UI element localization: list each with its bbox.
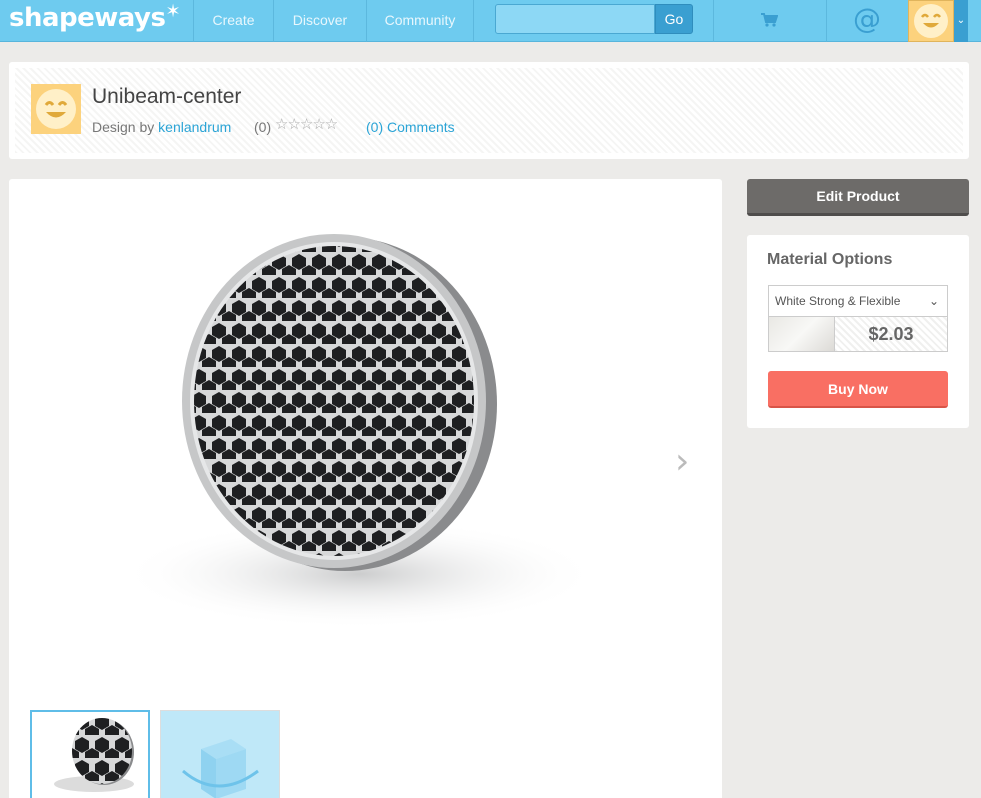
header-pattern <box>15 68 963 153</box>
cube-3d-icon <box>182 739 259 798</box>
shapeways-logo[interactable]: shapeways✶ <box>9 1 181 33</box>
material-options-title: Material Options <box>767 251 893 268</box>
rating-count: (0) <box>254 119 272 135</box>
edit-product-button[interactable]: Edit Product <box>747 179 969 216</box>
material-options-card: Material Options White Strong & Flexible… <box>747 235 969 428</box>
buy-now-button[interactable]: Buy Now <box>768 371 948 408</box>
product-viewer: › <box>9 179 722 798</box>
honeycomb-thumb-icon <box>54 718 134 792</box>
nav-divider <box>713 0 714 42</box>
logo-star-icon: ✶ <box>165 1 181 22</box>
avatar-smiley-icon <box>36 89 76 129</box>
design-by-line: Design by kenlandrum <box>92 119 231 135</box>
material-selected-label: White Strong & Flexible <box>775 294 901 308</box>
nav-divider <box>826 0 827 42</box>
top-nav: shapeways✶ Create Discover Community Go … <box>0 0 981 42</box>
star-rating[interactable]: ☆☆☆☆☆ <box>275 115 338 133</box>
thumbnail-honeycomb[interactable] <box>30 710 150 798</box>
notifications-at-icon[interactable]: @ <box>853 2 881 35</box>
cart-icon[interactable] <box>760 12 778 28</box>
product-header: Unibeam-center Design by kenlandrum (0) … <box>9 62 969 159</box>
product-image[interactable] <box>109 229 609 689</box>
user-avatar[interactable] <box>908 0 954 42</box>
avatar-smiley-icon <box>914 4 948 38</box>
product-title: Unibeam-center <box>92 85 242 108</box>
logo-text: shapeways <box>9 3 166 33</box>
chevron-down-icon: ⌄ <box>928 294 939 308</box>
designer-link[interactable]: kenlandrum <box>158 119 231 135</box>
nav-create[interactable]: Create <box>193 0 273 42</box>
chevron-down-icon[interactable]: ⌄ <box>954 0 968 42</box>
search-go-button[interactable]: Go <box>655 4 693 34</box>
material-swatch <box>768 316 834 352</box>
next-image-arrow[interactable]: › <box>675 441 689 482</box>
thumbnail-3d-view[interactable] <box>160 710 280 798</box>
nav-discover[interactable]: Discover <box>273 0 366 42</box>
nav-community[interactable]: Community <box>366 0 474 42</box>
material-select[interactable]: White Strong & Flexible ⌄ <box>768 285 948 316</box>
search-input[interactable] <box>495 4 655 34</box>
material-price: $2.03 <box>834 316 948 352</box>
comments-link[interactable]: (0) Comments <box>366 119 455 135</box>
designer-avatar[interactable] <box>31 84 81 134</box>
design-by-label: Design by <box>92 119 155 135</box>
